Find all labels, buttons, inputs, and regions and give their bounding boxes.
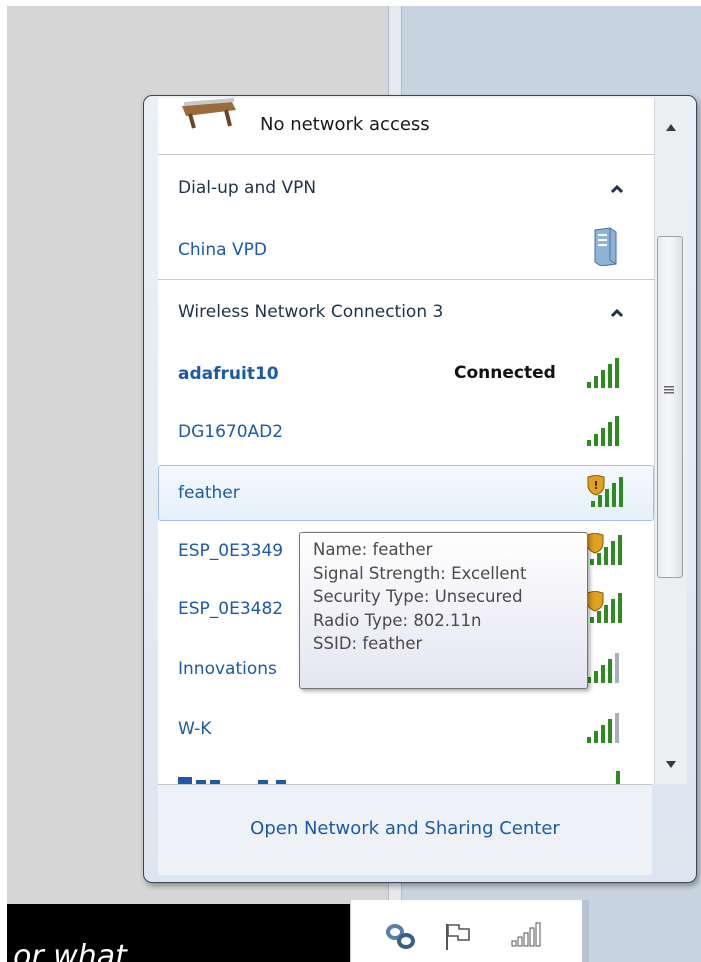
chevron-up-icon[interactable] bbox=[610, 184, 624, 194]
vpn-server-icon bbox=[594, 227, 617, 266]
network-name: China VPD bbox=[178, 240, 267, 260]
wifi-signal-icon bbox=[587, 416, 619, 446]
wifi-signal-icon bbox=[587, 653, 619, 683]
wifi-signal-icon bbox=[616, 771, 620, 784]
action-center-flag-icon[interactable] bbox=[444, 922, 472, 952]
network-name: W-K bbox=[178, 719, 212, 739]
network-name: ESP_0E3482 bbox=[178, 599, 284, 619]
partial-network-name bbox=[178, 777, 286, 784]
unsecured-wifi-signal-icon bbox=[586, 591, 622, 623]
no-network-access-label: No network access bbox=[260, 114, 430, 135]
scrollbar-thumb[interactable] bbox=[657, 236, 683, 578]
chevron-up-icon[interactable] bbox=[610, 308, 624, 318]
tooltip-radio-type: Radio Type: 802.11n bbox=[313, 610, 482, 630]
network-name: feather bbox=[178, 483, 240, 503]
group-header-wireless[interactable]: Wireless Network Connection 3 bbox=[158, 281, 654, 339]
scrollbar[interactable] bbox=[654, 98, 687, 784]
background-dark-panel: or what bbox=[7, 904, 350, 962]
network-link-icon[interactable] bbox=[384, 922, 418, 952]
wifi-signal-icon bbox=[587, 358, 619, 388]
network-name: adafruit10 bbox=[178, 364, 279, 384]
network-item-china-vpd[interactable]: China VPD bbox=[158, 218, 654, 278]
tooltip-security-type: Security Type: Unsecured bbox=[313, 587, 523, 607]
flyout-footer: Open Network and Sharing Center bbox=[158, 784, 652, 875]
background-text: or what bbox=[13, 939, 127, 962]
wifi-signal-icon bbox=[587, 713, 619, 743]
wireless-signal-icon[interactable] bbox=[510, 922, 544, 948]
network-details-tooltip: Name: feather Signal Strength: Excellent… bbox=[299, 532, 588, 689]
network-item-w-k[interactable]: W-K bbox=[158, 701, 654, 759]
scroll-grip-icon bbox=[664, 386, 674, 394]
open-network-sharing-center-link[interactable]: Open Network and Sharing Center bbox=[158, 818, 652, 839]
tooltip-ssid: SSID: feather bbox=[313, 634, 423, 654]
taskbar-edge bbox=[582, 900, 589, 962]
unsecured-wifi-signal-icon bbox=[586, 533, 622, 565]
network-item-adafruit10[interactable]: adafruit10 Connected bbox=[158, 346, 654, 404]
network-item-feather[interactable]: feather ! bbox=[158, 465, 654, 521]
group-header-label: Wireless Network Connection 3 bbox=[178, 302, 444, 322]
network-item-dg1670ad2[interactable]: DG1670AD2 bbox=[158, 404, 654, 462]
separator bbox=[158, 279, 654, 280]
unsecured-wifi-signal-icon: ! bbox=[587, 475, 623, 507]
scroll-down-icon[interactable] bbox=[655, 750, 687, 780]
network-name: Innovations bbox=[178, 659, 277, 679]
network-name: DG1670AD2 bbox=[178, 422, 284, 442]
no-network-access-item: No network access bbox=[158, 98, 654, 154]
network-icon bbox=[182, 98, 236, 129]
network-name: ESP_0E3349 bbox=[178, 541, 284, 561]
group-header-label: Dial-up and VPN bbox=[178, 178, 317, 198]
tooltip-name: Name: feather bbox=[313, 540, 433, 559]
connected-status: Connected bbox=[454, 363, 556, 383]
separator bbox=[158, 154, 654, 155]
svg-text:!: ! bbox=[593, 479, 598, 492]
tooltip-signal-strength: Signal Strength: Excellent bbox=[313, 563, 527, 583]
network-item-partial[interactable] bbox=[158, 759, 654, 784]
group-header-dialup-vpn[interactable]: Dial-up and VPN bbox=[158, 156, 654, 216]
scroll-up-icon[interactable] bbox=[655, 112, 687, 142]
